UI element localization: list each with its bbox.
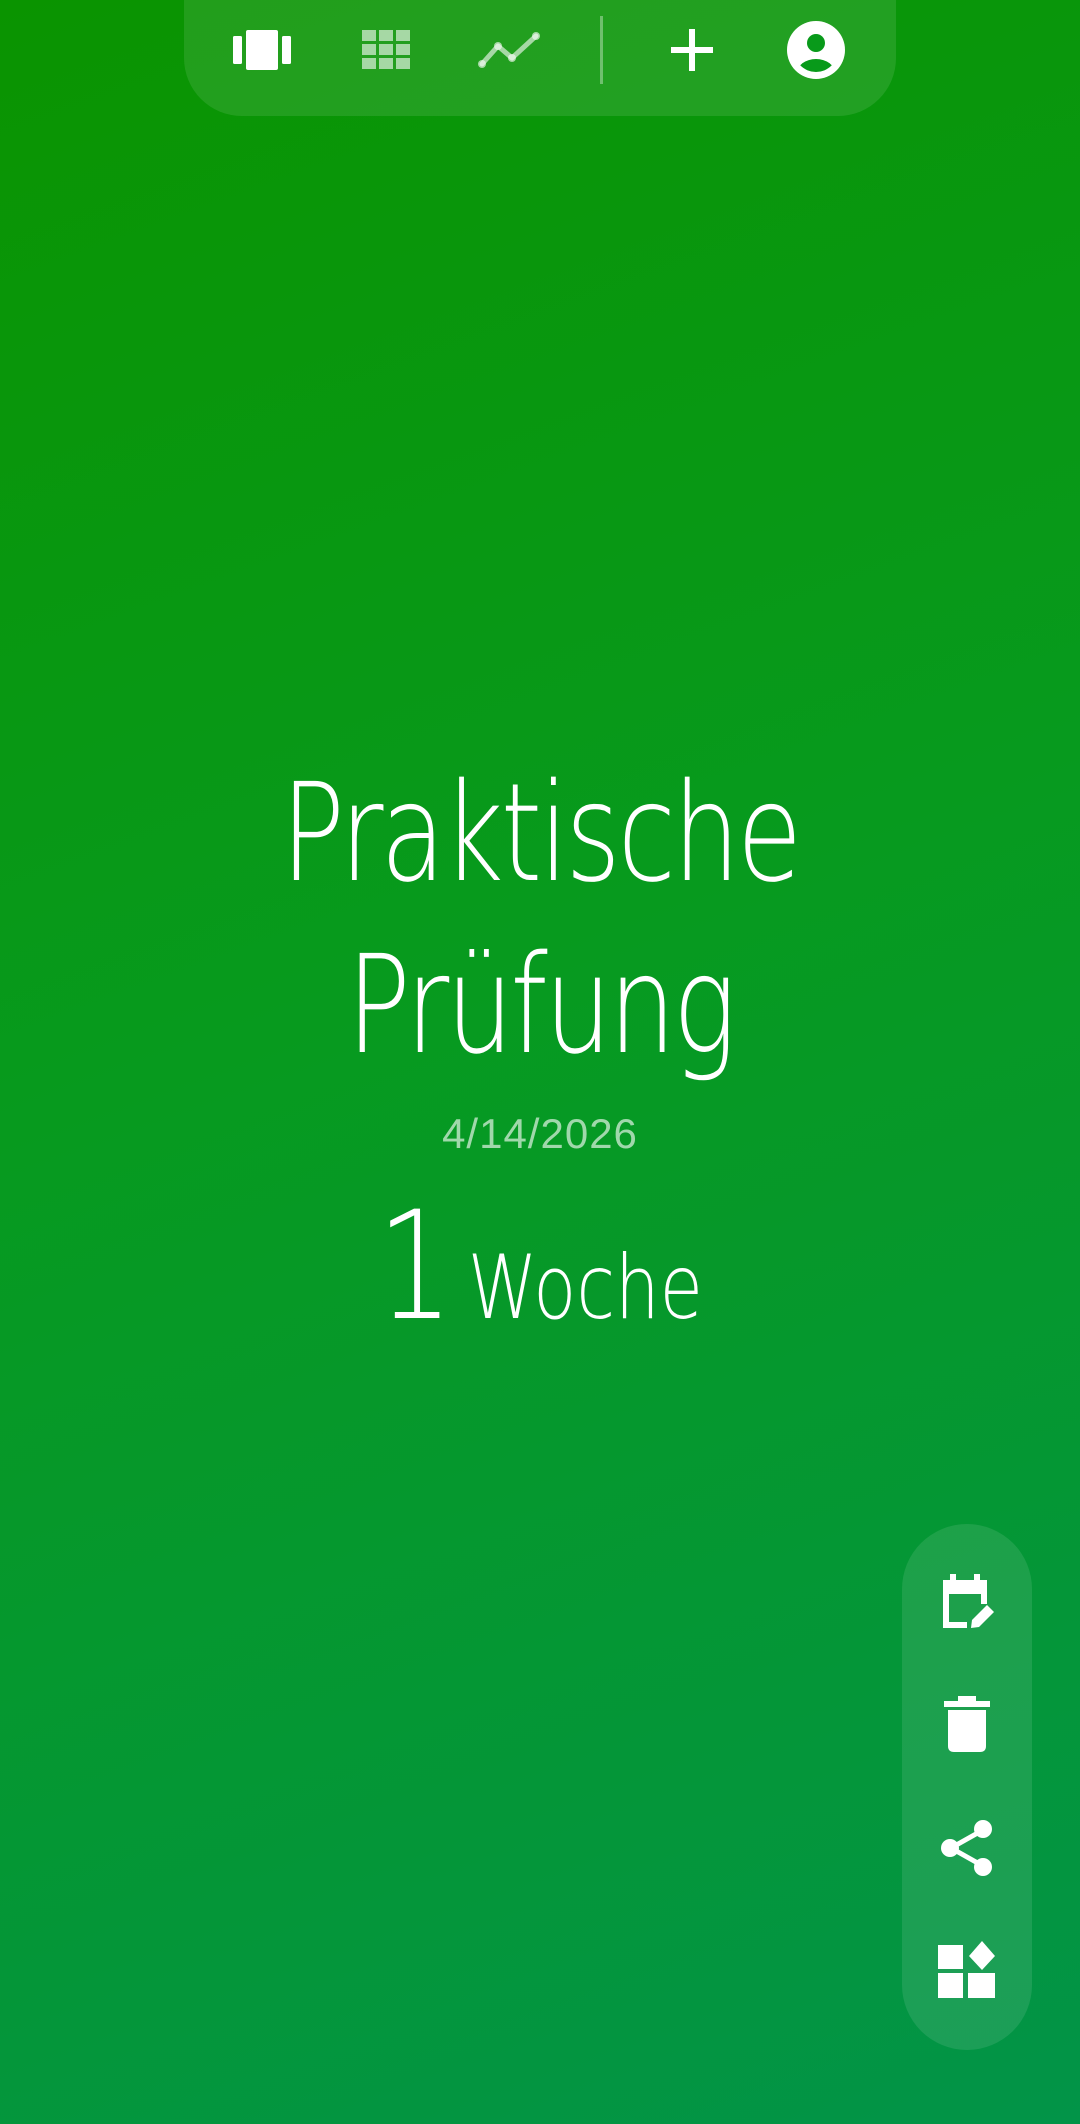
event-title-line-2: Prüfung [346,927,737,1085]
widgets-icon [938,1941,995,1998]
add-event-button[interactable] [656,22,728,78]
edit-calendar-icon [943,1574,994,1628]
carousel-view-button[interactable] [226,22,298,78]
event-title: Praktische Prüfung [119,748,961,1092]
countdown: 1 Woche [108,1192,972,1342]
delete-event-button[interactable] [927,1684,1007,1764]
widgets-button[interactable] [927,1930,1007,2010]
carousel-icon [233,30,291,70]
add-icon [671,29,713,71]
edit-event-button[interactable] [927,1562,1007,1642]
account-button[interactable] [780,21,852,79]
event-title-line-1: Praktische [280,755,802,913]
grid-icon [362,30,410,69]
toolbar-divider [600,16,603,84]
delete-icon [944,1696,990,1752]
share-icon [941,1820,992,1876]
action-sidebar [902,1524,1032,2050]
countdown-unit: Woche [467,1236,703,1339]
countdown-number: 1 [377,1180,454,1354]
chart-icon [478,32,540,68]
event-date: 4/14/2026 [442,1110,638,1157]
event-display: Praktische Prüfung 4/14/2026 1 Woche [0,748,1080,1342]
top-toolbar [184,0,896,116]
share-event-button[interactable] [927,1808,1007,1888]
chart-view-button[interactable] [474,22,546,78]
grid-view-button[interactable] [350,22,422,78]
account-icon [787,21,845,79]
